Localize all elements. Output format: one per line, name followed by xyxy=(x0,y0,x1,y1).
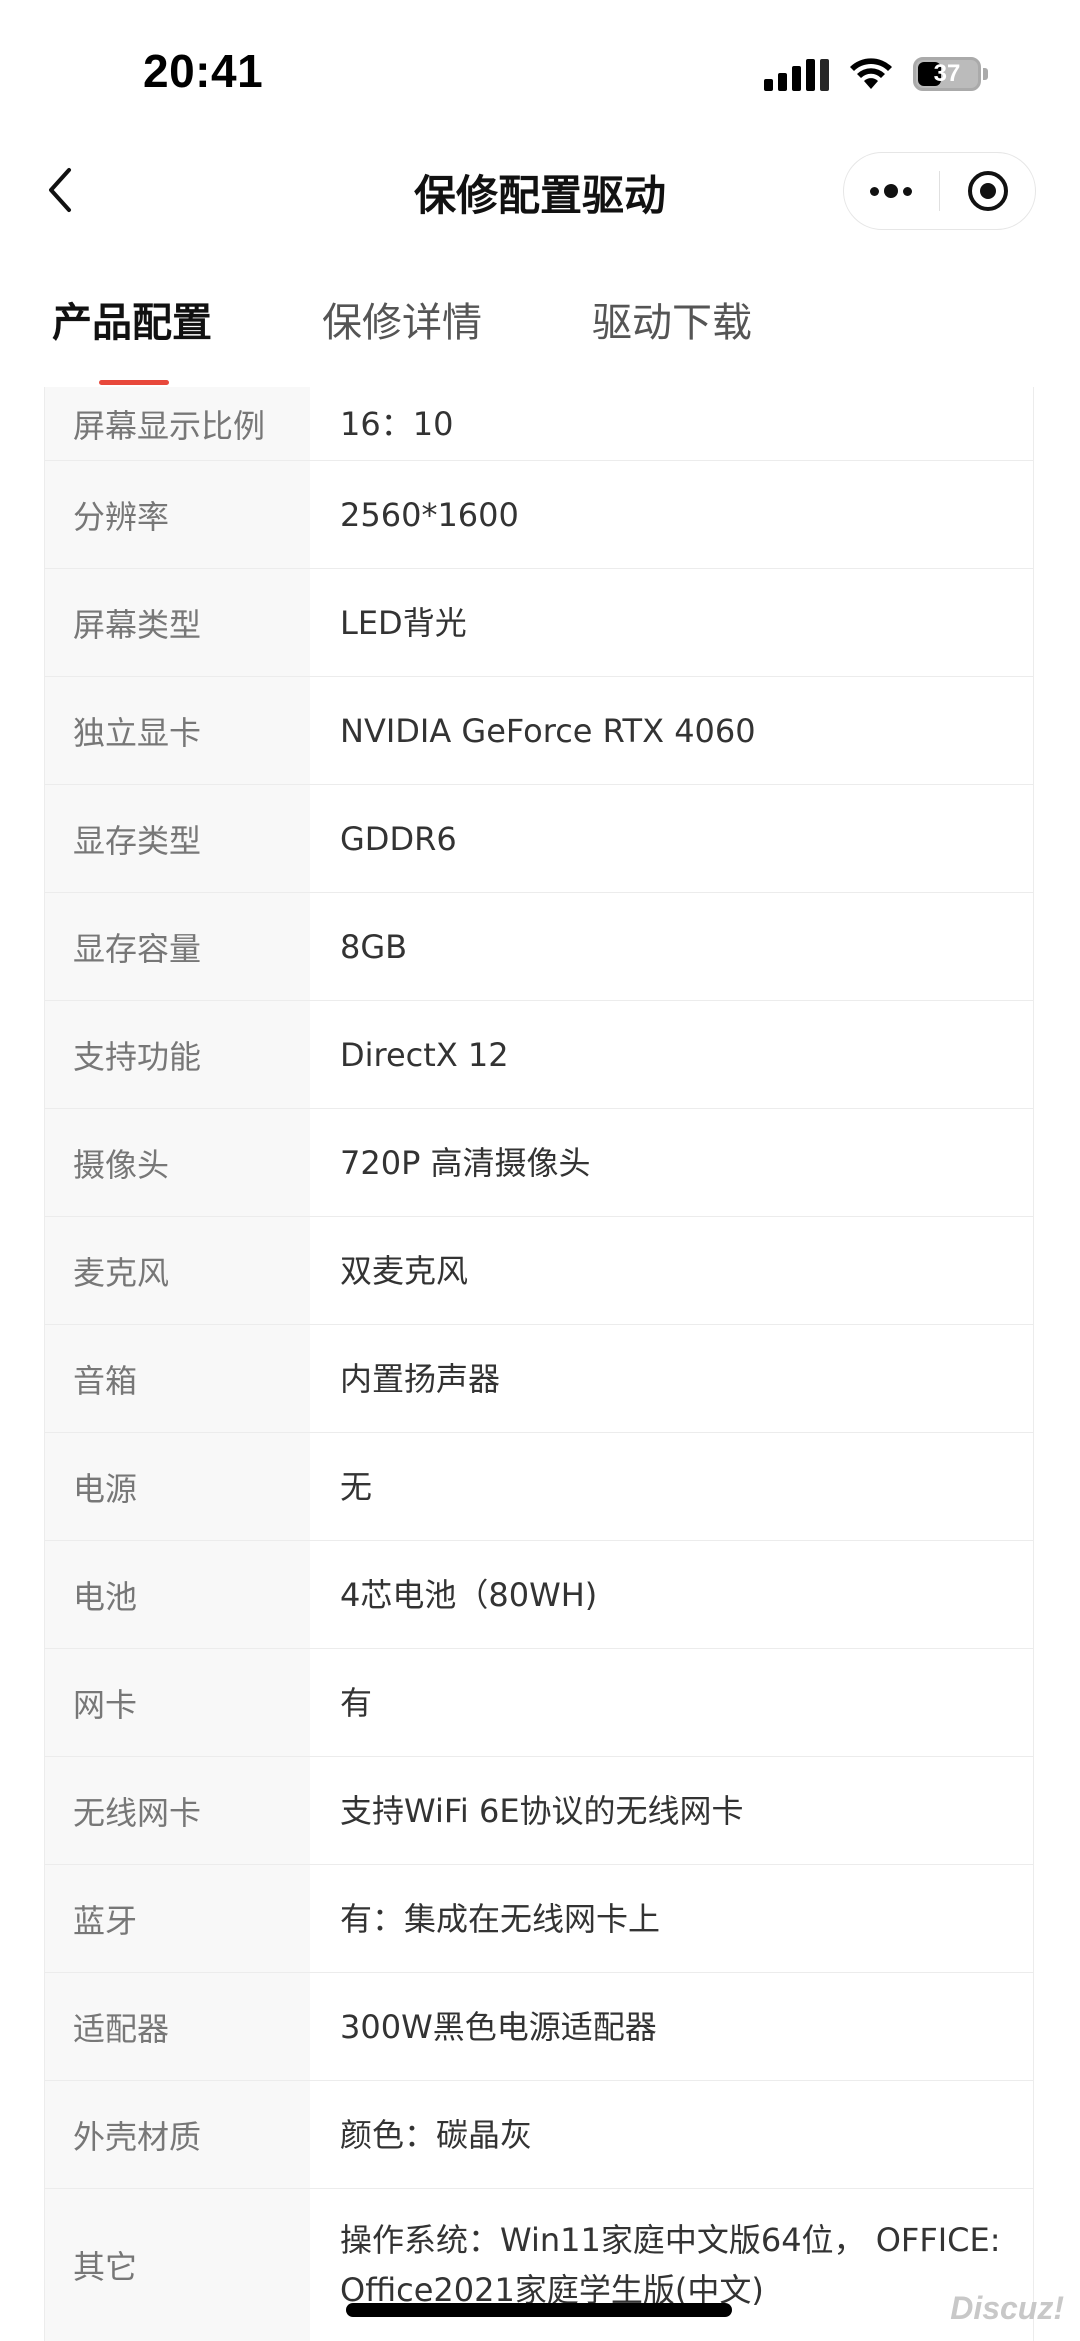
table-row: 麦克风 双麦克风 xyxy=(45,1217,1033,1325)
tab-active-indicator xyxy=(99,380,169,385)
table-row: 屏幕类型 LED背光 xyxy=(45,569,1033,677)
spec-value: DirectX 12 xyxy=(340,1035,509,1074)
mini-program-capsule xyxy=(843,152,1036,230)
spec-label: 支持功能 xyxy=(45,1001,310,1108)
tab-product-config[interactable]: 产品配置 xyxy=(52,290,212,348)
spec-value: 720P 高清摄像头 xyxy=(340,1143,591,1182)
spec-label: 电源 xyxy=(45,1433,310,1540)
spec-value: 支持WiFi 6E协议的无线网卡 xyxy=(340,1791,744,1830)
battery-percent: 37 xyxy=(933,60,961,87)
spec-value: 有 xyxy=(340,1683,373,1722)
spec-label: 屏幕类型 xyxy=(45,569,310,676)
spec-value: NVIDIA GeForce RTX 4060 xyxy=(340,711,756,750)
spec-label: 外壳材质 xyxy=(45,2081,310,2188)
spec-value: 无 xyxy=(340,1467,373,1506)
signal-icon xyxy=(764,57,829,91)
table-row: 显存容量 8GB xyxy=(45,893,1033,1001)
spec-label: 适配器 xyxy=(45,1973,310,2080)
home-indicator[interactable] xyxy=(346,2303,732,2317)
spec-value: 16：10 xyxy=(340,404,454,443)
table-row: 显存类型 GDDR6 xyxy=(45,785,1033,893)
spec-value: 4芯电池（80WH) xyxy=(340,1575,598,1614)
table-row: 音箱 内置扬声器 xyxy=(45,1325,1033,1433)
battery-cap xyxy=(983,68,988,80)
close-button[interactable] xyxy=(940,153,1035,229)
tab-bar: 产品配置 保修详情 驱动下载 xyxy=(0,260,1080,385)
more-dots-icon xyxy=(870,184,913,198)
spec-value: 双麦克风 xyxy=(340,1251,469,1290)
spec-value: 300W黑色电源适配器 xyxy=(340,2007,657,2046)
status-icons: 37 xyxy=(764,54,988,94)
spec-label: 显存容量 xyxy=(45,893,310,1000)
status-time: 20:41 xyxy=(143,45,264,97)
spec-label: 显存类型 xyxy=(45,785,310,892)
tab-warranty-details[interactable]: 保修详情 xyxy=(322,290,482,348)
tab-driver-download[interactable]: 驱动下载 xyxy=(592,290,752,348)
table-row: 摄像头 720P 高清摄像头 xyxy=(45,1109,1033,1217)
table-row: 独立显卡 NVIDIA GeForce RTX 4060 xyxy=(45,677,1033,785)
spec-value: 有：集成在无线网卡上 xyxy=(340,1899,661,1938)
table-row: 适配器 300W黑色电源适配器 xyxy=(45,1973,1033,2081)
table-row: 分辨率 2560*1600 xyxy=(45,461,1033,569)
spec-label: 摄像头 xyxy=(45,1109,310,1216)
table-row: 蓝牙 有：集成在无线网卡上 xyxy=(45,1865,1033,1973)
spec-label: 网卡 xyxy=(45,1649,310,1756)
table-row: 支持功能 DirectX 12 xyxy=(45,1001,1033,1109)
watermark: Discuz! xyxy=(950,2290,1064,2326)
spec-label: 电池 xyxy=(45,1541,310,1648)
spec-label: 麦克风 xyxy=(45,1217,310,1324)
spec-label: 分辨率 xyxy=(45,461,310,568)
table-row: 电源 无 xyxy=(45,1433,1033,1541)
table-row: 无线网卡 支持WiFi 6E协议的无线网卡 xyxy=(45,1757,1033,1865)
spec-value: 颜色：碳晶灰 xyxy=(340,2115,533,2154)
spec-value: GDDR6 xyxy=(340,819,457,858)
spec-label: 屏幕显示比例 xyxy=(45,387,310,460)
target-circle-icon xyxy=(967,171,1008,211)
spec-label: 其它 xyxy=(45,2189,310,2341)
spec-table: 屏幕显示比例 16：10 分辨率 2560*1600 屏幕类型 LED背光 独立… xyxy=(44,387,1034,2341)
spec-value: 内置扬声器 xyxy=(340,1359,501,1398)
more-button[interactable] xyxy=(844,153,939,229)
spec-label: 蓝牙 xyxy=(45,1865,310,1972)
spec-value: 2560*1600 xyxy=(340,495,519,534)
status-bar: 20:41 37 xyxy=(0,0,1080,140)
battery-icon: 37 xyxy=(913,57,981,91)
wifi-icon xyxy=(850,58,892,89)
spec-label: 独立显卡 xyxy=(45,677,310,784)
spec-value: LED背光 xyxy=(340,603,467,642)
nav-bar: 保修配置驱动 xyxy=(0,140,1080,240)
spec-label: 无线网卡 xyxy=(45,1757,310,1864)
table-row: 外壳材质 颜色：碳晶灰 xyxy=(45,2081,1033,2189)
spec-value: 8GB xyxy=(340,927,408,966)
spec-label: 音箱 xyxy=(45,1325,310,1432)
table-row: 网卡 有 xyxy=(45,1649,1033,1757)
table-row: 屏幕显示比例 16：10 xyxy=(45,387,1033,461)
table-row: 其它 操作系统：Win11家庭中文版64位， OFFICE: Office202… xyxy=(45,2189,1033,2341)
spec-value: 操作系统：Win11家庭中文版64位， OFFICE: Office2021家庭… xyxy=(340,2221,1001,2309)
table-row: 电池 4芯电池（80WH) xyxy=(45,1541,1033,1649)
